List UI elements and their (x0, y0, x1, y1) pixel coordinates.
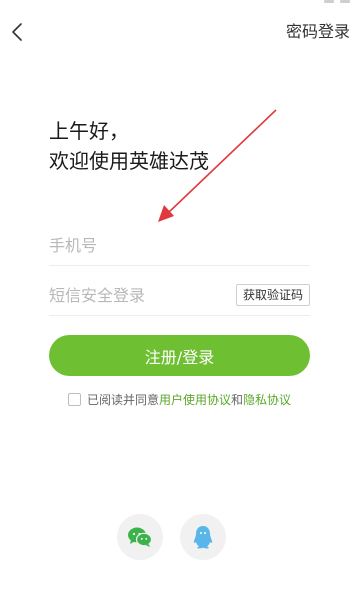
status-indicator (324, 0, 334, 3)
back-button[interactable] (4, 16, 32, 48)
wechat-login-button[interactable] (117, 514, 163, 560)
agreement-checkbox[interactable] (68, 392, 81, 406)
social-login-row (0, 514, 360, 562)
chevron-left-icon (12, 23, 22, 41)
top-bar: 密码登录 (0, 16, 360, 48)
user-agreement-link[interactable]: 用户使用协议 (159, 391, 231, 408)
agreement-conjunction: 和 (231, 392, 244, 407)
password-login-link[interactable]: 密码登录 (286, 20, 350, 44)
sms-field-row: 获取验证码 (49, 275, 310, 316)
privacy-policy-link[interactable]: 隐私协议 (243, 391, 291, 408)
qq-login-button[interactable] (180, 514, 226, 560)
greeting-line-1: 上午好， (49, 119, 129, 143)
status-indicator (340, 0, 350, 3)
register-login-button[interactable]: 注册/登录 (49, 335, 310, 376)
phone-field-row (49, 225, 310, 266)
greeting: 上午好， 欢迎使用英雄达茂 (49, 116, 209, 176)
agreement-row: 已阅读并同意 用户使用协议 和 隐私协议 (68, 390, 291, 408)
sms-code-input[interactable] (49, 275, 224, 315)
agreement-prefix: 已阅读并同意 (87, 392, 160, 407)
greeting-line-2: 欢迎使用英雄达茂 (49, 149, 209, 173)
status-bar-remnant (310, 0, 350, 3)
wechat-icon (128, 527, 153, 547)
qq-icon (193, 526, 213, 549)
get-code-button[interactable]: 获取验证码 (235, 284, 310, 306)
phone-input[interactable] (49, 225, 310, 265)
